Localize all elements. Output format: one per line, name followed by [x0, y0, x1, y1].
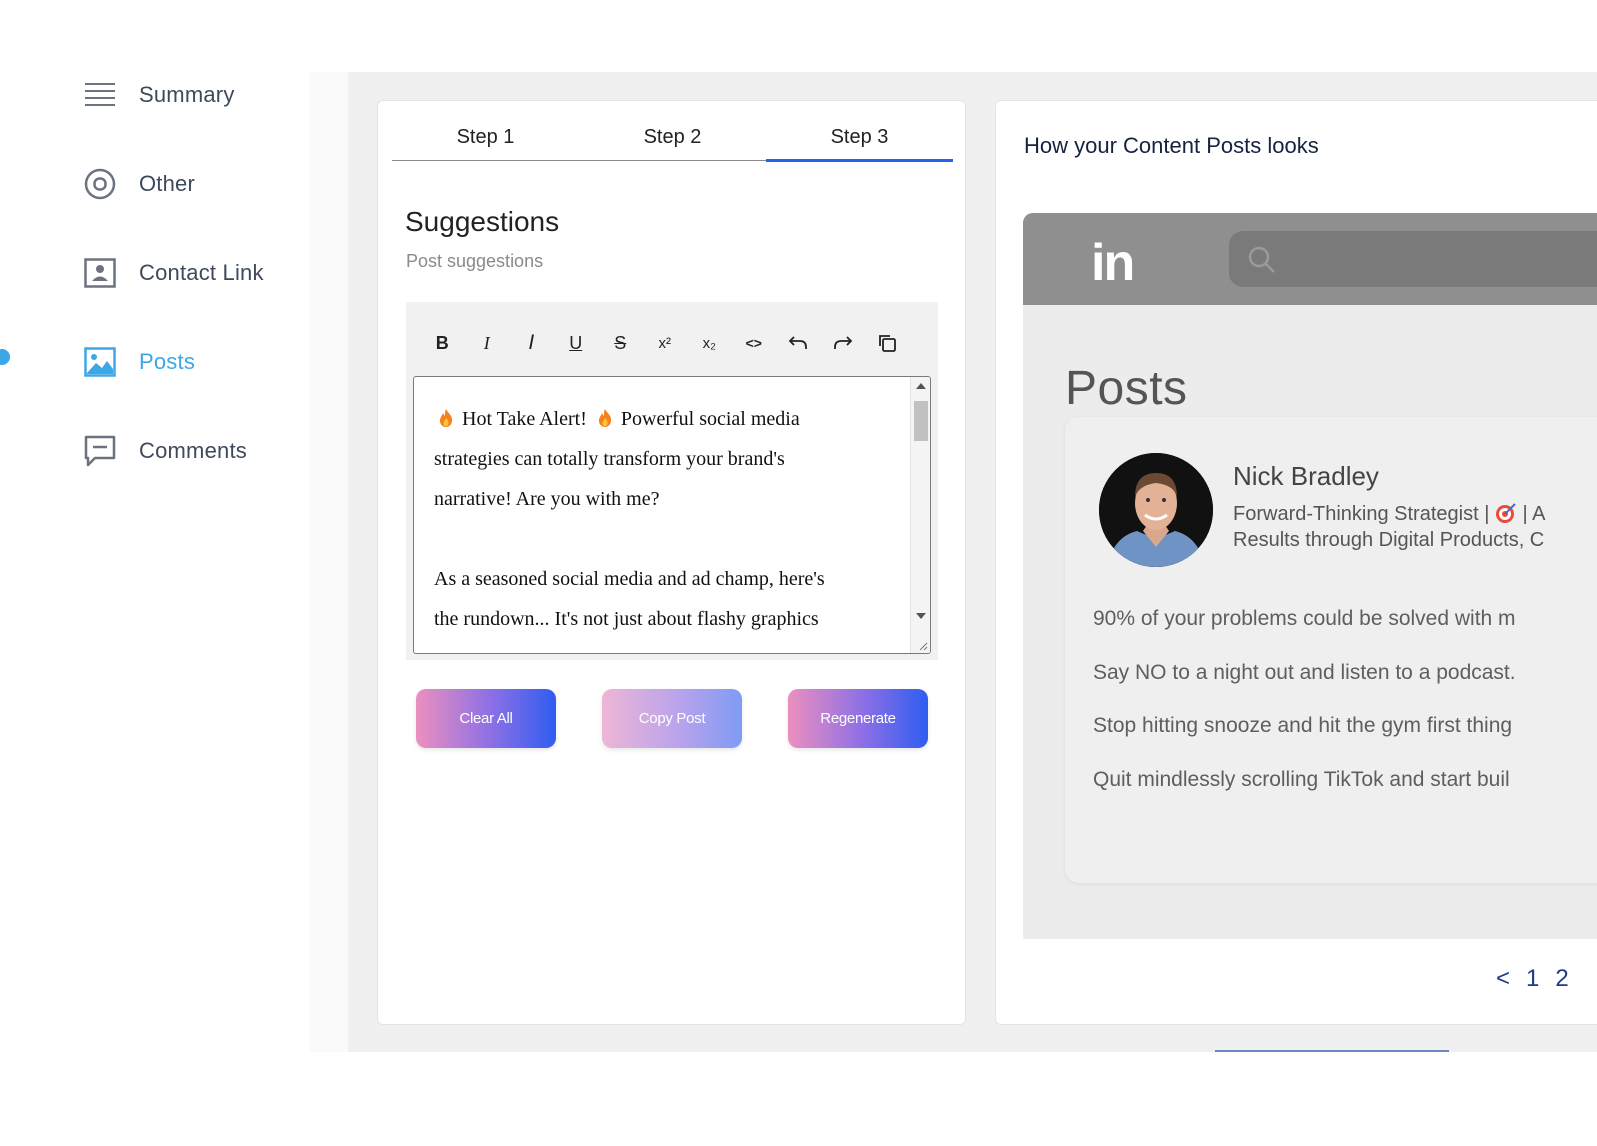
sidebar-item-label: Contact Link	[139, 260, 264, 285]
post-text-line: the rundown... It's not just about flash…	[434, 608, 819, 630]
subscript-icon: x₂	[702, 334, 716, 352]
author-headline-text: | A	[1522, 503, 1546, 525]
contact-card-icon	[84, 257, 116, 289]
scroll-up-arrow[interactable]	[916, 383, 926, 389]
sidebar-item-contact-link[interactable]: Contact Link	[84, 253, 264, 293]
suggestions-subtitle: Post suggestions	[406, 251, 544, 271]
copy-post-button[interactable]: Copy Post	[602, 689, 742, 748]
underline-icon: U	[569, 332, 583, 353]
author-headline-text: Forward-Thinking Strategist |	[1233, 503, 1490, 525]
italic-icon: I	[483, 332, 490, 353]
post-card: Nick Bradley Forward-Thinking Strategist…	[1065, 417, 1597, 883]
tab-step-3[interactable]: Step 3	[766, 119, 953, 162]
subscript-button[interactable]: x₂	[687, 328, 732, 358]
post-text-blank-line	[434, 519, 904, 559]
pager-page-2[interactable]: 2	[1555, 965, 1568, 992]
author-name: Nick Bradley	[1233, 461, 1379, 491]
sidebar-item-label: Summary	[139, 82, 235, 107]
pager-prev[interactable]: <	[1496, 965, 1510, 992]
bold-icon: B	[435, 332, 449, 353]
undo-button[interactable]	[776, 328, 821, 358]
code-icon: <>	[745, 335, 762, 351]
redo-icon	[833, 336, 853, 349]
undo-icon	[788, 336, 808, 349]
post-text-content: Hot Take Alert! Powerful social media str…	[434, 399, 904, 639]
step-tabs: Step 1 Step 2 Step 3	[392, 119, 953, 162]
bold-button[interactable]: B	[420, 328, 465, 358]
post-line: Say NO to a night out and listen to a po…	[1093, 661, 1516, 684]
posts-heading: Posts	[1065, 362, 1188, 415]
main-area-strip	[310, 72, 348, 1052]
copy-icon	[879, 335, 897, 352]
clear-all-button[interactable]: Clear All	[416, 689, 556, 748]
bottom-divider	[1215, 1050, 1449, 1052]
suggestions-title: Suggestions	[405, 206, 560, 237]
sidebar-item-label: Other	[139, 171, 196, 196]
italic-button[interactable]: I	[465, 328, 510, 358]
regenerate-button[interactable]: Regenerate	[788, 689, 928, 748]
superscript-icon: x²	[658, 334, 672, 352]
post-text-line: Hot Take Alert!	[462, 408, 587, 430]
resize-grip-icon[interactable]	[918, 641, 928, 651]
linkedin-header: in	[1023, 213, 1597, 305]
tab-step-1[interactable]: Step 1	[392, 119, 579, 160]
fire-emoji-icon	[439, 409, 453, 427]
underline-button[interactable]: U	[554, 328, 599, 358]
rich-text-editor: B I I U S x² x₂ <> Hot Take Alert! Powerf…	[406, 302, 938, 660]
author-headline: Forward-Thinking Strategist | | A Result…	[1233, 501, 1546, 553]
active-indicator	[0, 349, 10, 365]
post-line: Stop hitting snooze and hit the gym firs…	[1093, 714, 1513, 737]
target-emoji-icon	[1495, 503, 1516, 523]
pager-page-1[interactable]: 1	[1526, 965, 1539, 992]
superscript-button[interactable]: x²	[643, 328, 688, 358]
italic-alt-button[interactable]: I	[509, 328, 554, 358]
tab-step-2[interactable]: Step 2	[579, 119, 766, 160]
italic-alt-icon: I	[528, 331, 535, 354]
pagination: <1 2	[1496, 965, 1585, 993]
preview-card: How your Content Posts looks in Posts Ni…	[995, 100, 1597, 1025]
redo-button[interactable]	[821, 328, 866, 358]
sidebar-item-label: Comments	[139, 438, 247, 463]
search-icon	[1248, 246, 1275, 273]
post-text-line: As a seasoned social media and ad champ,…	[434, 568, 825, 590]
sidebar-item-summary[interactable]: Summary	[84, 75, 235, 115]
editor-card: Step 1 Step 2 Step 3 Suggestions Post su…	[377, 100, 966, 1025]
post-text-line: narrative! Are you with me?	[434, 488, 660, 510]
avatar	[1099, 453, 1213, 567]
author-headline-text: Results through Digital Products, C	[1233, 529, 1545, 551]
scroll-down-arrow[interactable]	[916, 613, 926, 619]
menu-lines-icon	[84, 79, 116, 111]
preview-title: How your Content Posts looks	[1024, 133, 1319, 158]
strikethrough-icon: S	[614, 332, 627, 353]
post-text-line: strategies can totally transform your br…	[434, 448, 785, 470]
linkedin-preview: in Posts Nick Bradley Forward-Thinking S…	[1023, 213, 1597, 939]
post-text-area[interactable]: Hot Take Alert! Powerful social media str…	[413, 376, 931, 654]
image-icon	[84, 346, 116, 378]
editor-toolbar: B I I U S x² x₂ <>	[420, 328, 910, 358]
fire-emoji-icon	[598, 409, 612, 427]
comment-icon	[84, 435, 116, 467]
editor-scrollbar[interactable]	[910, 377, 930, 653]
post-text-line: Powerful social media	[620, 408, 800, 430]
sidebar-item-posts[interactable]: Posts	[84, 342, 195, 382]
linkedin-search-bar[interactable]	[1229, 231, 1597, 287]
sidebar-item-comments[interactable]: Comments	[84, 431, 247, 471]
code-button[interactable]: <>	[732, 328, 777, 358]
linkedin-logo: in	[1091, 234, 1135, 292]
scroll-thumb[interactable]	[914, 401, 928, 441]
strikethrough-button[interactable]: S	[598, 328, 643, 358]
post-line: Quit mindlessly scrolling TikTok and sta…	[1093, 768, 1510, 791]
sidebar-item-label: Posts	[139, 349, 196, 374]
post-line: 90% of your problems could be solved wit…	[1093, 607, 1516, 630]
copy-format-button[interactable]	[865, 328, 910, 358]
sidebar-item-other[interactable]: Other	[84, 164, 195, 204]
target-circle-icon	[84, 168, 116, 200]
